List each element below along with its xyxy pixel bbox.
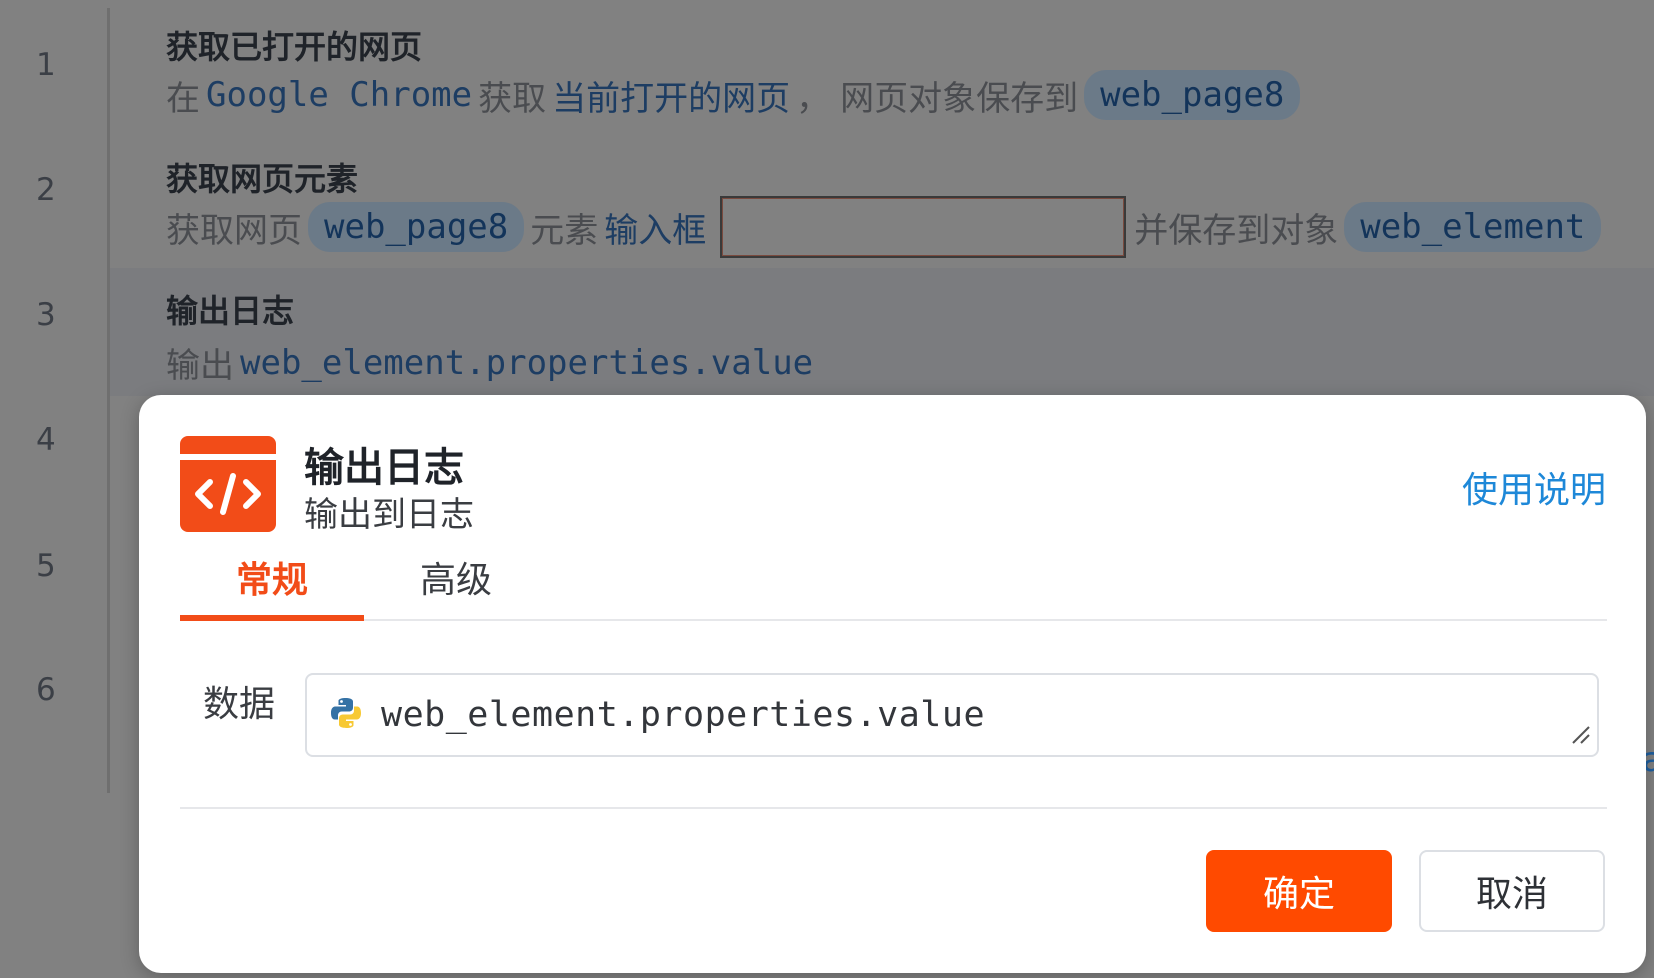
line-number: 6 bbox=[36, 672, 56, 708]
line-number: 3 bbox=[36, 297, 56, 333]
step-text: 获取网页 bbox=[166, 210, 302, 251]
footer-divider bbox=[180, 807, 1607, 809]
tab-general[interactable]: 常规 bbox=[236, 551, 308, 603]
step-description: 在 Google Chrome 获取 当前打开的网页 ， 网页对象保存到 web… bbox=[166, 70, 1306, 120]
step-title: 获取已打开的网页 bbox=[166, 28, 423, 66]
line-number: 2 bbox=[36, 172, 56, 208]
variable-pill[interactable]: web_page8 bbox=[308, 202, 525, 252]
line-number: 5 bbox=[36, 548, 56, 584]
active-tab-indicator bbox=[180, 615, 364, 621]
python-icon bbox=[329, 696, 363, 734]
output-log-dialog: 输出日志 输出到日志 使用说明 常规 高级 数据 web_element.pro… bbox=[139, 395, 1646, 973]
dialog-title: 输出日志 bbox=[304, 445, 464, 491]
element-kind[interactable]: 输入框 bbox=[604, 203, 706, 252]
code-icon bbox=[180, 436, 276, 532]
step-text: 在 bbox=[166, 78, 200, 119]
step-description: 输出 web_element.properties.value bbox=[166, 338, 819, 387]
help-link[interactable]: 使用说明 bbox=[1462, 461, 1606, 513]
dialog-subtitle: 输出到日志 bbox=[304, 495, 474, 535]
variable-pill[interactable]: web_page8 bbox=[1084, 70, 1301, 120]
element-selector-box[interactable] bbox=[720, 196, 1127, 258]
line-number: 4 bbox=[36, 422, 56, 458]
line-number-gutter: 1 2 3 4 5 6 bbox=[0, 0, 108, 978]
resize-handle-icon[interactable] bbox=[1569, 723, 1593, 751]
step-text: 并保存到对象 bbox=[1134, 210, 1339, 251]
step-text: 网页对象保存到 bbox=[840, 78, 1079, 119]
step-text: 获取 bbox=[478, 78, 547, 119]
step-text: 输出 bbox=[166, 346, 234, 386]
cancel-button[interactable]: 取消 bbox=[1419, 850, 1605, 932]
line-number: 1 bbox=[36, 47, 56, 83]
tab-advanced[interactable]: 高级 bbox=[420, 551, 492, 603]
data-input[interactable]: web_element.properties.value bbox=[305, 673, 1599, 757]
step-output-log[interactable]: 输出日志 输出 web_element.properties.value bbox=[110, 268, 1654, 396]
step-title: 获取网页元素 bbox=[166, 160, 359, 198]
data-input-value: web_element.properties.value bbox=[381, 695, 986, 735]
step-get-open-page[interactable]: 获取已打开的网页 在 Google Chrome 获取 当前打开的网页 ， 网页… bbox=[110, 0, 1654, 132]
browser-name[interactable]: Google Chrome bbox=[206, 75, 472, 115]
step-get-element[interactable]: 获取网页元素 获取网页 web_page8 元素 输入框 并保存到对象 web_… bbox=[110, 132, 1654, 264]
variable-pill[interactable]: web_element bbox=[1344, 202, 1602, 252]
data-field-label: 数据 bbox=[203, 684, 276, 725]
target-page[interactable]: 当前打开的网页 bbox=[552, 71, 790, 120]
step-title: 输出日志 bbox=[166, 292, 295, 330]
expression[interactable]: web_element.properties.value bbox=[240, 343, 813, 383]
step-text: 元素 bbox=[530, 210, 599, 251]
step-description: 获取网页 web_page8 元素 输入框 并保存到对象 web_element bbox=[166, 196, 1607, 258]
dialog-tabs: 常规 高级 bbox=[180, 543, 1607, 621]
step-text: ， bbox=[796, 78, 831, 119]
confirm-button[interactable]: 确定 bbox=[1206, 850, 1392, 932]
